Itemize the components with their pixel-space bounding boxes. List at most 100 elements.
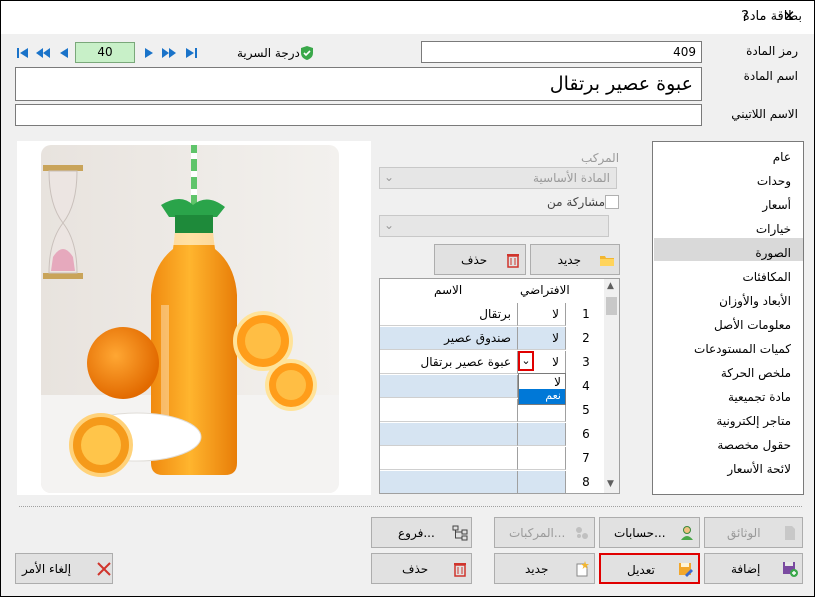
row-number: 4 — [582, 379, 590, 393]
item-name-field[interactable]: عبوة عصير برتقال — [15, 67, 702, 101]
sidebar-item-prices[interactable]: أسعار — [762, 198, 791, 212]
row-name: برتقال — [479, 307, 511, 321]
trash-icon — [505, 252, 521, 268]
product-image[interactable] — [41, 145, 339, 493]
table-row[interactable]: 4 — [380, 375, 605, 399]
confidentiality-label: درجة السرية — [237, 46, 300, 60]
item-code-field[interactable]: 409 — [421, 41, 702, 63]
sidebar-item-estores[interactable]: متاجر إلكترونية — [716, 414, 791, 428]
grid-scrollbar[interactable]: ▲ ▼ — [604, 279, 619, 493]
default-dropdown[interactable]: لا ⌄ — [518, 351, 566, 374]
row-name: عبوة عصير برتقال — [420, 355, 511, 369]
dropdown-option-yes[interactable]: نعم — [545, 389, 561, 402]
chevron-down-icon[interactable]: ⌄ — [518, 351, 534, 371]
cancel-x-icon — [96, 561, 112, 577]
col-name-header: الاسم — [434, 283, 463, 297]
composites-label: المركبات... — [509, 526, 566, 540]
sidebar-item-image[interactable]: الصورة — [755, 246, 791, 260]
add-button[interactable]: إضافة — [704, 553, 803, 584]
sidebar-item-dimensions[interactable]: الأبعاد والأوزان — [719, 294, 791, 308]
share-from-checkbox[interactable] — [605, 195, 619, 209]
col-default-header: الافتراضي — [520, 283, 570, 297]
composites-button[interactable]: المركبات... — [494, 517, 595, 548]
user-icon — [679, 525, 695, 541]
item-code-label: رمز المادة — [746, 44, 798, 58]
sidebar-item-general[interactable]: عام — [773, 150, 791, 164]
title-bar: بطاقة مادة ? ✕ — [1, 1, 814, 34]
latin-name-field[interactable] — [15, 104, 702, 126]
delete-label: حذف — [402, 562, 429, 576]
row-default: لا — [552, 355, 559, 369]
branches-button[interactable]: فروع... — [371, 517, 472, 548]
save-add-icon — [782, 561, 798, 577]
table-row[interactable]: 6 — [380, 423, 605, 447]
sidebar-item-warehouse-quantities[interactable]: كميات المستودعات — [694, 342, 791, 356]
row-default: لا — [552, 307, 559, 321]
modify-label: تعديل — [627, 563, 655, 577]
sidebar-item-price-list[interactable]: لائحة الأسعار — [727, 462, 791, 476]
new-button[interactable]: جديد — [494, 553, 595, 584]
row-number: 6 — [582, 427, 590, 441]
row-name: صندوق عصير — [444, 331, 511, 345]
folder-icon — [599, 252, 615, 268]
scroll-down-icon[interactable]: ▼ — [607, 479, 614, 489]
composite-label: المركب — [581, 151, 620, 165]
row-number: 2 — [582, 331, 590, 345]
row-number: 8 — [582, 475, 590, 489]
separator — [19, 506, 802, 507]
new-label: جديد — [525, 562, 549, 576]
sidebar-item-units[interactable]: وحدات — [757, 174, 791, 188]
new-image-button[interactable]: جديد — [530, 244, 620, 275]
row-number: 1 — [582, 307, 590, 321]
save-edit-icon — [678, 562, 694, 578]
share-from-label: مشاركة من — [547, 195, 606, 209]
next-record-icon[interactable] — [141, 45, 157, 61]
base-material-value: المادة الأساسية — [532, 171, 610, 185]
new-image-label: جديد — [557, 253, 581, 267]
document-icon — [782, 525, 798, 541]
sidebar-item-assembly[interactable]: مادة تجميعية — [728, 390, 791, 404]
sidebar-item-origin[interactable]: معلومات الأصل — [714, 318, 791, 332]
documents-button[interactable]: الوثائق — [704, 517, 803, 548]
images-grid: الافتراضي الاسم برتقال لا 1 صندوق عصير ل… — [379, 278, 620, 494]
previous-record-icon[interactable] — [56, 45, 72, 61]
cancel-button[interactable]: إلغاء الأمر — [15, 553, 113, 584]
item-name-label: اسم المادة — [743, 69, 798, 83]
table-row[interactable]: 8 — [380, 471, 605, 493]
table-row[interactable]: 5 — [380, 399, 605, 423]
row-default: لا — [552, 331, 559, 345]
sidebar-item-custom-fields[interactable]: حقول مخصصة — [717, 438, 791, 452]
record-number-field[interactable]: 40 — [75, 42, 135, 63]
chevron-down-icon: ⌄ — [384, 218, 395, 232]
item-name-value: عبوة عصير برتقال — [549, 73, 693, 95]
share-from-select[interactable]: ⌄ — [379, 215, 609, 237]
sidebar-item-equivalents[interactable]: المكافئات — [742, 270, 791, 284]
chevron-down-icon: ⌄ — [384, 170, 395, 184]
item-card-window: بطاقة مادة ? ✕ 40 درجة السرية 409 رمز ال… — [0, 0, 815, 597]
help-button[interactable]: ? — [735, 7, 755, 25]
base-material-select[interactable]: المادة الأساسية ⌄ — [379, 167, 617, 189]
delete-image-button[interactable]: حذف — [434, 244, 526, 275]
table-row[interactable]: صندوق عصير لا 2 — [380, 327, 605, 351]
branches-label: فروع... — [398, 526, 435, 540]
modify-button[interactable]: تعديل — [599, 553, 700, 584]
next-page-icon[interactable] — [161, 45, 177, 61]
sidebar-item-options[interactable]: خيارات — [756, 222, 791, 236]
table-row[interactable]: برتقال لا 1 — [380, 303, 605, 327]
default-dropdown-list[interactable]: لا نعم — [518, 373, 566, 405]
table-row[interactable]: عبوة عصير برتقال لا ⌄ 3 — [380, 351, 605, 375]
dropdown-option-no[interactable]: لا — [554, 375, 561, 389]
scroll-up-icon[interactable]: ▲ — [607, 281, 614, 291]
accounts-button[interactable]: حسابات... — [599, 517, 700, 548]
table-row[interactable]: 7 — [380, 447, 605, 471]
close-button[interactable]: ✕ — [779, 7, 799, 25]
previous-page-icon[interactable] — [35, 45, 51, 61]
sidebar-item-movement-summary[interactable]: ملخص الحركة — [721, 366, 791, 380]
branches-icon — [452, 525, 468, 541]
first-record-icon[interactable] — [15, 45, 31, 61]
latin-name-label: الاسم اللاتيني — [731, 107, 798, 121]
delete-button[interactable]: حذف — [371, 553, 472, 584]
scroll-thumb[interactable] — [606, 297, 617, 315]
shield-icon[interactable] — [299, 45, 315, 64]
last-record-icon[interactable] — [183, 45, 199, 61]
